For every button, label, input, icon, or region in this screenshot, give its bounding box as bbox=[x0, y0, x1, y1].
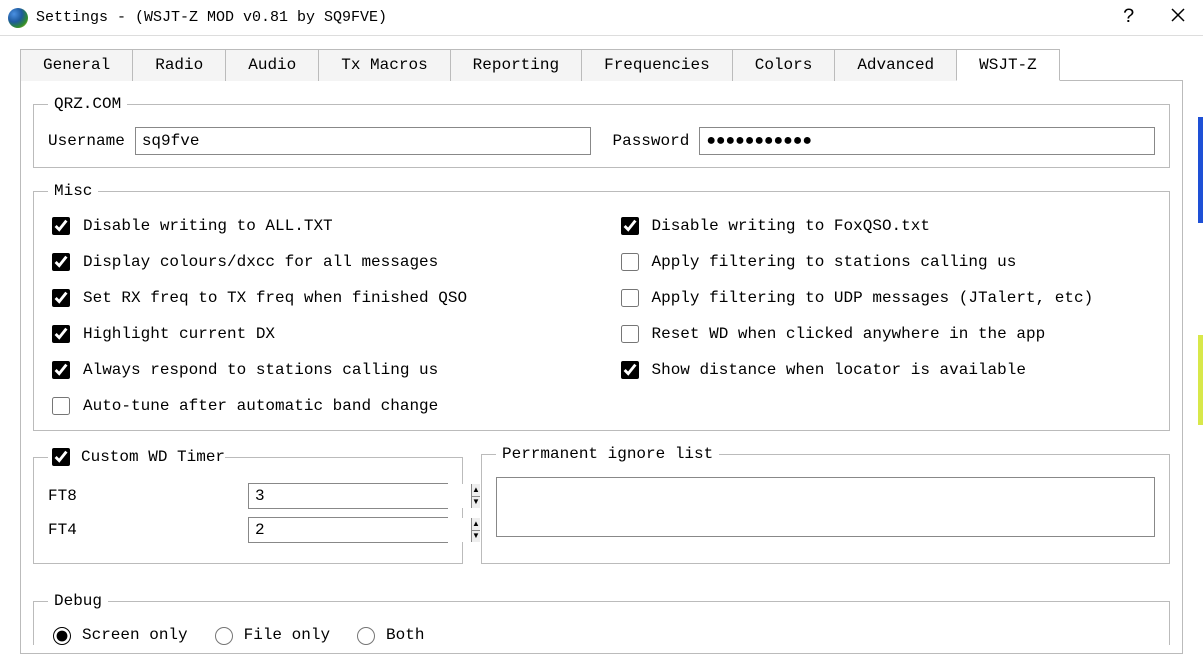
debug-group: Debug Screen only File only Both bbox=[33, 592, 1170, 645]
ft8-value[interactable] bbox=[249, 484, 471, 508]
scrollbar-indicator bbox=[1197, 55, 1203, 648]
checkbox-label: Set RX freq to TX freq when finished QSO bbox=[83, 289, 467, 307]
ignore-legend: Perrmanent ignore list bbox=[496, 445, 719, 463]
tab-tx-macros[interactable]: Tx Macros bbox=[318, 49, 450, 81]
close-button[interactable] bbox=[1171, 8, 1185, 28]
checkbox-apply-filtering-to-stations-ca[interactable] bbox=[621, 253, 639, 271]
qrz-legend: QRZ.COM bbox=[48, 95, 127, 113]
radio-label: Screen only bbox=[82, 626, 188, 644]
checkbox-label: Apply filtering to stations calling us bbox=[652, 253, 1017, 271]
checkbox-show-distance-when-locator-is-[interactable] bbox=[621, 361, 639, 379]
username-label: Username bbox=[48, 132, 125, 150]
radio-file-only[interactable] bbox=[215, 627, 233, 645]
titlebar: Settings - (WSJT-Z MOD v0.81 by SQ9FVE) … bbox=[0, 0, 1203, 36]
ft4-spinner[interactable]: ▲ ▼ bbox=[248, 517, 448, 543]
password-label: Password bbox=[613, 132, 690, 150]
checkbox-apply-filtering-to-udp-message[interactable] bbox=[621, 289, 639, 307]
tab-radio[interactable]: Radio bbox=[132, 49, 226, 81]
ignore-list-group: Perrmanent ignore list bbox=[481, 445, 1170, 564]
checkbox-label: Always respond to stations calling us bbox=[83, 361, 438, 379]
checkbox-highlight-current-dx[interactable] bbox=[52, 325, 70, 343]
checkbox-display-colours-dxcc-for-all-m[interactable] bbox=[52, 253, 70, 271]
tab-audio[interactable]: Audio bbox=[225, 49, 319, 81]
ignore-list-input[interactable] bbox=[496, 477, 1155, 537]
ft4-up[interactable]: ▲ bbox=[472, 518, 480, 531]
misc-legend: Misc bbox=[48, 182, 98, 200]
help-button[interactable]: ? bbox=[1123, 6, 1135, 29]
username-input[interactable] bbox=[135, 127, 591, 155]
checkbox-label: Auto-tune after automatic band change bbox=[83, 397, 438, 415]
password-input[interactable] bbox=[699, 127, 1155, 155]
tab-wsjt-z[interactable]: WSJT-Z bbox=[956, 49, 1060, 81]
checkbox-label: Disable writing to ALL.TXT bbox=[83, 217, 333, 235]
tab-general[interactable]: General bbox=[20, 49, 133, 81]
ft8-label: FT8 bbox=[48, 487, 248, 505]
ft8-down[interactable]: ▼ bbox=[472, 497, 480, 509]
checkbox-label: Apply filtering to UDP messages (JTalert… bbox=[652, 289, 1094, 307]
radio-label: File only bbox=[244, 626, 330, 644]
tab-reporting[interactable]: Reporting bbox=[450, 49, 582, 81]
ft4-down[interactable]: ▼ bbox=[472, 531, 480, 543]
wd-timer-legend: Custom WD Timer bbox=[81, 448, 225, 466]
window-title: Settings - (WSJT-Z MOD v0.81 by SQ9FVE) bbox=[36, 9, 1123, 26]
checkbox-set-rx-freq-to-tx-freq-when-fi[interactable] bbox=[52, 289, 70, 307]
checkbox-label: Disable writing to FoxQSO.txt bbox=[652, 217, 930, 235]
app-icon bbox=[8, 8, 28, 28]
checkbox-always-respond-to-stations-cal[interactable] bbox=[52, 361, 70, 379]
tab-bar: GeneralRadioAudioTx MacrosReportingFrequ… bbox=[20, 48, 1183, 81]
ft8-spinner[interactable]: ▲ ▼ bbox=[248, 483, 448, 509]
checkbox-label: Show distance when locator is available bbox=[652, 361, 1026, 379]
misc-group: Misc Disable writing to ALL.TXT Disable w… bbox=[33, 182, 1170, 431]
debug-legend: Debug bbox=[48, 592, 108, 610]
checkbox-label: Highlight current DX bbox=[83, 325, 275, 343]
tab-frequencies[interactable]: Frequencies bbox=[581, 49, 733, 81]
checkbox-label: Reset WD when clicked anywhere in the ap… bbox=[652, 325, 1046, 343]
checkbox-disable-writing-to-all-txt[interactable] bbox=[52, 217, 70, 235]
ft4-label: FT4 bbox=[48, 521, 248, 539]
tab-advanced[interactable]: Advanced bbox=[834, 49, 957, 81]
wd-timer-checkbox[interactable] bbox=[52, 448, 70, 466]
radio-both[interactable] bbox=[357, 627, 375, 645]
qrz-group: QRZ.COM Username Password bbox=[33, 95, 1170, 168]
wd-timer-group: Custom WD Timer FT8 ▲ ▼ FT4 bbox=[33, 445, 463, 564]
checkbox-disable-writing-to-foxqso-txt[interactable] bbox=[621, 217, 639, 235]
tab-colors[interactable]: Colors bbox=[732, 49, 836, 81]
checkbox-auto-tune-after-automatic-band[interactable] bbox=[52, 397, 70, 415]
radio-screen-only[interactable] bbox=[53, 627, 71, 645]
checkbox-reset-wd-when-clicked-anywhere[interactable] bbox=[621, 325, 639, 343]
ft8-up[interactable]: ▲ bbox=[472, 484, 480, 497]
tab-panel-wsjtz: QRZ.COM Username Password Misc Disable w… bbox=[20, 81, 1183, 654]
checkbox-label: Display colours/dxcc for all messages bbox=[83, 253, 438, 271]
radio-label: Both bbox=[386, 626, 424, 644]
ft4-value[interactable] bbox=[249, 518, 471, 542]
